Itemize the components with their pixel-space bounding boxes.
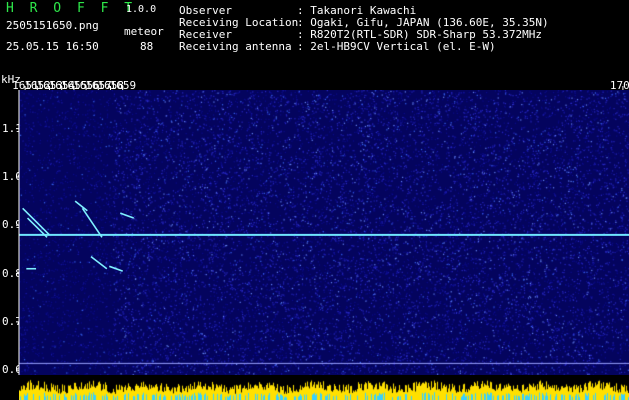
- axis-ticks: [16, 86, 624, 375]
- signal-level-bar: [19, 375, 629, 400]
